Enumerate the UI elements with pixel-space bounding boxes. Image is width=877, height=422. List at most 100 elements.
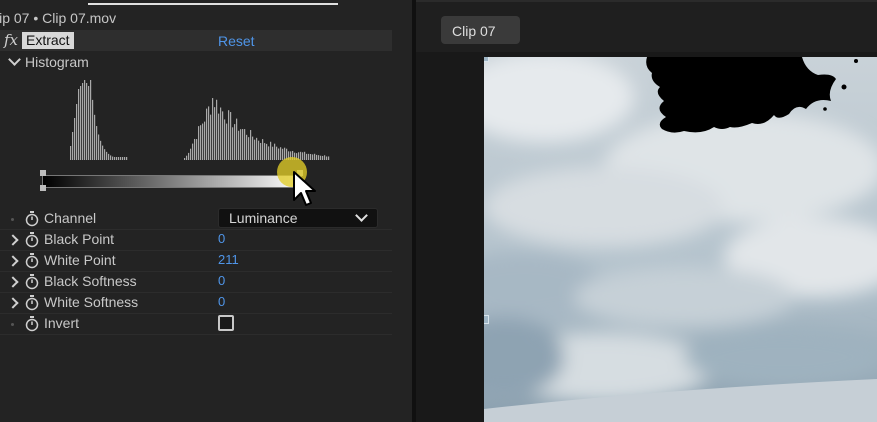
histogram-bar xyxy=(98,134,100,160)
histogram-bar xyxy=(74,118,76,160)
chevron-right-icon[interactable] xyxy=(7,255,19,267)
histogram-bar xyxy=(90,80,92,160)
histogram-bar xyxy=(96,126,98,160)
white-point-value[interactable]: 211 xyxy=(218,252,239,267)
histogram-bar xyxy=(328,156,330,160)
clip-title: lip 07 • Clip 07.mov xyxy=(0,10,117,26)
black-point-value[interactable]: 0 xyxy=(218,231,225,246)
histogram-bar xyxy=(108,153,110,160)
histogram-bar xyxy=(192,143,194,160)
channel-dropdown-value: Luminance xyxy=(229,210,298,226)
histogram-bar xyxy=(276,146,278,160)
histogram-bar xyxy=(314,153,316,160)
histogram-bar xyxy=(94,114,96,160)
invert-checkbox[interactable] xyxy=(218,315,234,331)
histogram-bar xyxy=(262,139,264,160)
active-tab-indicator xyxy=(88,3,338,5)
histogram-bar xyxy=(216,99,218,160)
viewer-top-border xyxy=(416,0,877,2)
histogram-bar xyxy=(190,148,192,160)
histogram-bar xyxy=(120,157,122,160)
white-softness-value[interactable]: 0 xyxy=(218,294,225,309)
histogram-bar xyxy=(322,155,324,160)
histogram-bar xyxy=(70,146,72,160)
frame-corner-handle[interactable] xyxy=(484,57,489,62)
fx-icon[interactable]: fx xyxy=(4,31,18,49)
histogram-bar xyxy=(324,155,326,160)
histogram-bar xyxy=(218,113,220,160)
histogram-bar xyxy=(124,157,126,160)
histogram-bar xyxy=(272,146,274,160)
black-softness-value[interactable]: 0 xyxy=(218,273,225,288)
property-row-channel: Channel Luminance xyxy=(0,208,392,230)
histogram-bar xyxy=(118,157,120,160)
property-label: White Point xyxy=(44,252,116,268)
stopwatch-icon[interactable] xyxy=(25,316,39,332)
histogram-bar xyxy=(280,147,282,160)
property-label: Invert xyxy=(44,315,80,331)
no-twirl-dot xyxy=(11,323,14,326)
levels-slider[interactable] xyxy=(40,170,304,192)
histogram-bar xyxy=(198,126,200,160)
histogram-bar xyxy=(212,98,214,160)
video-frame[interactable] xyxy=(484,57,877,422)
channel-dropdown[interactable]: Luminance xyxy=(218,208,378,228)
property-label: White Softness xyxy=(44,294,139,310)
histogram-bar xyxy=(236,118,238,160)
histogram-bar xyxy=(222,111,224,160)
effect-header-row[interactable]: fx Extract Reset xyxy=(0,30,392,51)
histogram-bar xyxy=(278,148,280,160)
histogram-graph xyxy=(70,80,330,160)
effect-controls-panel: lip 07 • Clip 07.mov fx Extract Reset Hi… xyxy=(0,0,412,422)
chevron-down-icon[interactable] xyxy=(8,53,21,66)
histogram-bar xyxy=(242,129,244,160)
levels-gradient-track[interactable] xyxy=(42,175,302,188)
chevron-right-icon[interactable] xyxy=(7,276,19,288)
histogram-bar xyxy=(274,143,276,160)
histogram-bar xyxy=(266,143,268,160)
histogram-bar xyxy=(250,130,252,160)
viewer-tab-label: Clip 07 xyxy=(452,23,496,39)
frame-edge-handle[interactable] xyxy=(484,315,489,324)
histogram-bar xyxy=(260,142,262,160)
viewer-tab-clip[interactable]: Clip 07 xyxy=(441,16,520,44)
property-row-white-point: White Point 211 xyxy=(0,250,392,272)
stopwatch-icon[interactable] xyxy=(25,274,39,290)
histogram-bar xyxy=(312,154,314,160)
histogram-bar xyxy=(76,104,78,160)
histogram-bar xyxy=(208,106,210,160)
histogram-bar xyxy=(240,129,242,160)
histogram-bar xyxy=(214,107,216,160)
histogram-bar xyxy=(78,89,80,160)
histogram-bar xyxy=(188,152,190,160)
property-label: Black Point xyxy=(44,231,115,247)
histogram-bar xyxy=(196,139,198,160)
histogram-bar xyxy=(318,155,320,160)
histogram-bar xyxy=(220,107,222,160)
histogram-bar xyxy=(248,137,250,160)
histogram-bar xyxy=(126,157,128,160)
histogram-bar xyxy=(88,86,90,160)
histogram-bar xyxy=(270,141,272,160)
histogram-bar xyxy=(258,140,260,160)
histogram-bar xyxy=(268,146,270,160)
stopwatch-icon[interactable] xyxy=(25,295,39,311)
histogram-bar xyxy=(306,153,308,160)
histogram-bar xyxy=(106,151,108,160)
black-softness-handle[interactable] xyxy=(40,185,46,191)
histogram-section-toggle[interactable]: Histogram xyxy=(6,53,89,70)
histogram-bar xyxy=(122,157,124,160)
reset-button[interactable]: Reset xyxy=(218,33,255,49)
chevron-right-icon[interactable] xyxy=(7,297,19,309)
histogram-bar xyxy=(304,151,306,160)
stopwatch-icon[interactable] xyxy=(25,253,39,269)
chevron-right-icon[interactable] xyxy=(7,234,19,246)
stopwatch-icon[interactable] xyxy=(25,232,39,248)
effect-name[interactable]: Extract xyxy=(22,32,74,49)
black-input-handle[interactable] xyxy=(40,170,46,176)
histogram-bar xyxy=(112,156,114,160)
stopwatch-icon[interactable] xyxy=(25,211,39,227)
histogram-bar xyxy=(186,155,188,160)
histogram-bar xyxy=(256,137,258,160)
histogram-bar xyxy=(234,124,236,160)
